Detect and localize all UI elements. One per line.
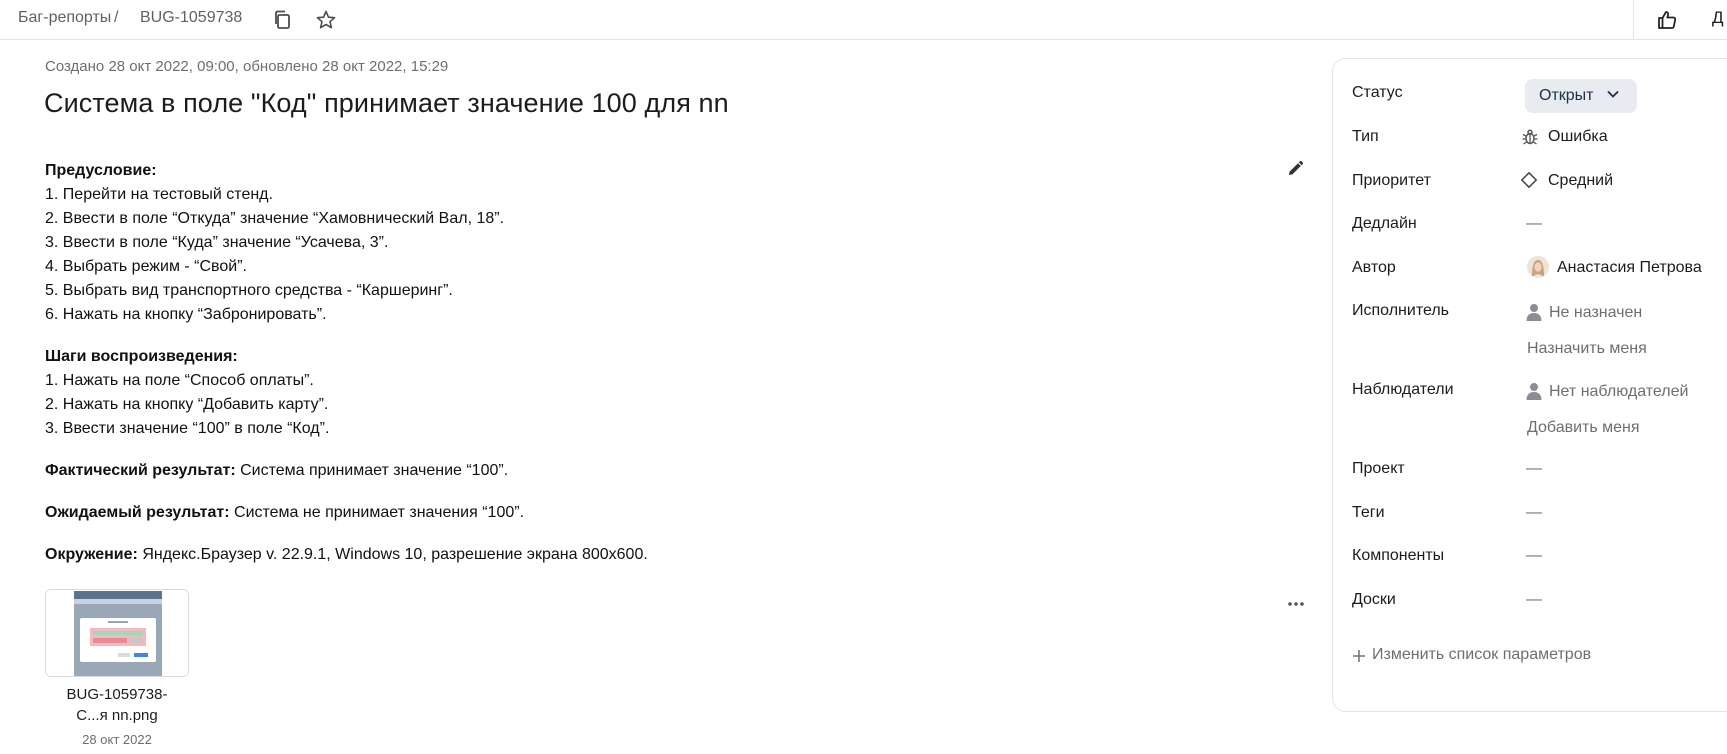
priority-value[interactable]: Средний bbox=[1548, 172, 1613, 190]
expected-result-text: Система не принимает значения “100”. bbox=[229, 504, 525, 521]
steps-heading: Шаги воспроизведения: bbox=[45, 348, 238, 365]
change-params-label: Изменить список параметров bbox=[1372, 646, 1592, 663]
precondition-step: 5. Выбрать вид транспортного средства - … bbox=[45, 282, 453, 299]
attachment-name-line1: BUG-1059738- bbox=[66, 686, 168, 703]
person-icon bbox=[1526, 383, 1542, 400]
deadline-label: Дедлайн bbox=[1352, 215, 1417, 232]
breadcrumb-separator: / bbox=[114, 9, 119, 26]
diamond-icon bbox=[1520, 171, 1538, 189]
author-value[interactable]: Анастасия Петрова bbox=[1557, 259, 1702, 277]
author-label: Автор bbox=[1352, 259, 1396, 276]
assign-me-button[interactable]: Назначить меня bbox=[1527, 340, 1647, 358]
status-label: Статус bbox=[1352, 84, 1403, 101]
add-me-button[interactable]: Добавить меня bbox=[1527, 419, 1640, 437]
project-value[interactable]: — bbox=[1526, 460, 1542, 478]
expected-result-label: Ожидаемый результат: bbox=[45, 504, 230, 521]
environment: Окружение: Яндекс.Браузер v. 22.9.1, Win… bbox=[45, 543, 1245, 567]
boards-value[interactable]: — bbox=[1526, 591, 1542, 609]
type-label: Тип bbox=[1352, 128, 1379, 145]
expected-result: Ожидаемый результат: Система не принимае… bbox=[45, 501, 1245, 525]
priority-label: Приоритет bbox=[1352, 172, 1431, 189]
actual-result-label: Фактический результат: bbox=[45, 462, 236, 479]
person-icon bbox=[1526, 304, 1542, 321]
attachment-name-line2: С...я nn.png bbox=[76, 707, 158, 724]
actual-result-text: Система принимает значение “100”. bbox=[235, 462, 509, 479]
attachment-thumbnail[interactable] bbox=[45, 589, 189, 677]
issue-meta: Создано 28 окт 2022, 09:00, обновлено 28… bbox=[45, 58, 449, 75]
pencil-icon[interactable] bbox=[1286, 160, 1304, 178]
environment-text: Яндекс.Браузер v. 22.9.1, Windows 10, ра… bbox=[137, 546, 648, 563]
precondition-step: 1. Перейти на тестовый стенд. bbox=[45, 186, 273, 203]
breadcrumb-section-link[interactable]: Баг-репорты bbox=[18, 9, 111, 27]
assignee-value[interactable]: Не назначен bbox=[1549, 304, 1642, 322]
top-bar: Баг-репорты / BUG-1059738 Д bbox=[0, 0, 1727, 40]
avatar bbox=[1527, 256, 1549, 278]
topbar-divider bbox=[1633, 0, 1634, 40]
breadcrumb-issue-key: BUG-1059738 bbox=[140, 9, 243, 26]
bug-icon bbox=[1522, 129, 1538, 145]
attachment-name[interactable]: BUG-1059738- С...я nn.png bbox=[45, 684, 189, 726]
precondition-step: 4. Выбрать режим - “Свой”. bbox=[45, 258, 247, 275]
repro-step: 1. Нажать на поле “Способ оплаты”. bbox=[45, 372, 314, 389]
chevron-down-icon bbox=[1607, 90, 1619, 98]
repro-step: 3. Ввести значение “100” в поле “Код”. bbox=[45, 420, 330, 437]
precondition-step: 2. Ввести в поле “Откуда” значение “Хамо… bbox=[45, 210, 505, 227]
deadline-value[interactable]: — bbox=[1526, 215, 1542, 233]
status-value: Открыт bbox=[1539, 87, 1594, 104]
attachment-date: 28 окт 2022 bbox=[82, 732, 152, 747]
like-icon[interactable] bbox=[1656, 9, 1678, 31]
precondition-step: 3. Ввести в поле “Куда” значение “Усачев… bbox=[45, 234, 389, 251]
tags-value[interactable]: — bbox=[1526, 504, 1542, 522]
boards-label: Доски bbox=[1352, 591, 1396, 608]
components-value[interactable]: — bbox=[1526, 547, 1542, 565]
watchers-value[interactable]: Нет наблюдателей bbox=[1549, 383, 1688, 401]
screenshot-preview-image bbox=[46, 590, 188, 676]
page-title: Система в поле "Код" принимает значение … bbox=[44, 88, 729, 118]
tags-label: Теги bbox=[1352, 504, 1385, 521]
precondition-heading: Предусловие: bbox=[45, 162, 157, 179]
plus-icon bbox=[1353, 650, 1365, 662]
repro-step: 2. Нажать на кнопку “Добавить карту”. bbox=[45, 396, 329, 413]
star-icon[interactable] bbox=[315, 9, 337, 31]
project-label: Проект bbox=[1352, 460, 1405, 477]
issue-description: Предусловие: 1. Перейти на тестовый стен… bbox=[45, 159, 1245, 567]
environment-label: Окружение: bbox=[45, 546, 138, 563]
type-value[interactable]: Ошибка bbox=[1548, 128, 1608, 146]
precondition-step: 6. Нажать на кнопку “Забронировать”. bbox=[45, 306, 327, 323]
actual-result: Фактический результат: Система принимает… bbox=[45, 459, 1245, 483]
assignee-label: Исполнитель bbox=[1352, 302, 1450, 319]
copy-icon[interactable] bbox=[272, 9, 294, 31]
components-label: Компоненты bbox=[1352, 547, 1445, 564]
change-params-button[interactable]: Изменить список параметров bbox=[1352, 646, 1591, 664]
status-dropdown[interactable]: Открыт bbox=[1525, 79, 1637, 113]
more-options-icon[interactable] bbox=[1285, 597, 1307, 611]
watchers-label: Наблюдатели bbox=[1352, 381, 1454, 398]
topbar-cut-off-button[interactable]: Д bbox=[1712, 8, 1724, 28]
